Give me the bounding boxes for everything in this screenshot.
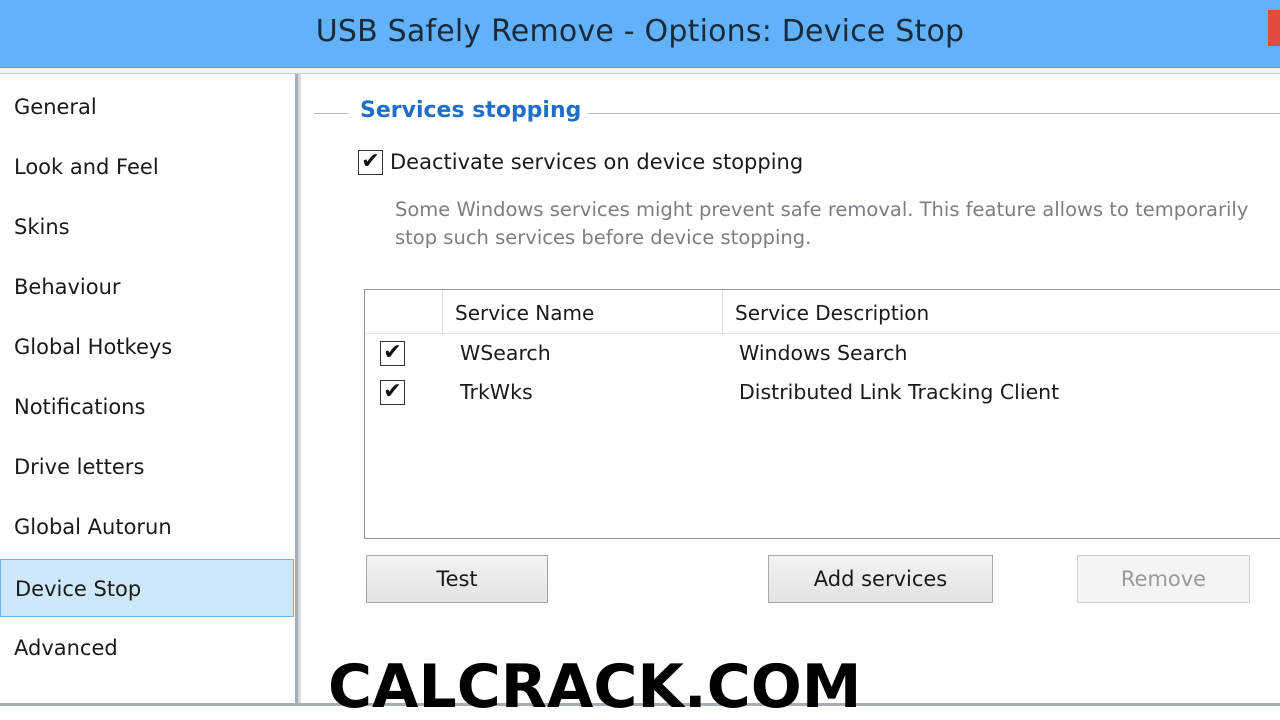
group-box-line <box>588 113 1280 114</box>
close-icon[interactable] <box>1268 10 1280 46</box>
row-checkbox[interactable]: ✔ <box>380 380 405 405</box>
window-title: USB Safely Remove - Options: Device Stop <box>315 14 965 49</box>
options-sidebar: General Look and Feel Skins Behaviour Gl… <box>0 74 298 706</box>
services-list[interactable]: Service Name Service Description ✔ WSear… <box>364 289 1280 539</box>
service-description-cell: Windows Search <box>739 341 908 365</box>
remove-button[interactable]: Remove <box>1077 555 1250 603</box>
services-list-header: Service Name Service Description <box>365 290 1280 334</box>
row-checkbox[interactable]: ✔ <box>380 341 405 366</box>
sidebar-item-skins[interactable]: Skins <box>0 198 294 256</box>
test-button[interactable]: Test <box>366 555 548 603</box>
sidebar-divider <box>298 74 301 706</box>
sidebar-item-device-stop[interactable]: Device Stop <box>0 559 294 617</box>
sidebar-item-global-autorun[interactable]: Global Autorun <box>0 498 294 556</box>
service-description-cell: Distributed Link Tracking Client <box>739 380 1060 404</box>
service-name-cell: TrkWks <box>460 380 533 404</box>
service-name-cell: WSearch <box>460 341 551 365</box>
sidebar-item-look-and-feel[interactable]: Look and Feel <box>0 138 294 196</box>
watermark-text: CALCRACK.COM <box>328 652 862 720</box>
services-description: Some Windows services might prevent safe… <box>395 198 1249 249</box>
sidebar-item-drive-letters[interactable]: Drive letters <box>0 438 294 496</box>
sidebar-item-notifications[interactable]: Notifications <box>0 378 294 436</box>
column-header-service-name[interactable]: Service Name <box>455 301 594 325</box>
table-row[interactable]: ✔ WSearch Windows Search <box>365 335 1280 373</box>
sidebar-item-advanced[interactable]: Advanced <box>0 619 294 677</box>
group-box-line <box>314 113 348 114</box>
add-services-button[interactable]: Add services <box>768 555 993 603</box>
table-row[interactable]: ✔ TrkWks Distributed Link Tracking Clien… <box>365 374 1280 412</box>
services-stopping-heading: Services stopping <box>360 98 582 123</box>
title-bar: USB Safely Remove - Options: Device Stop <box>0 0 1280 68</box>
column-separator[interactable] <box>722 290 723 334</box>
deactivate-services-checkbox[interactable]: ✔ <box>358 150 383 175</box>
sidebar-item-general[interactable]: General <box>0 78 294 136</box>
sidebar-item-behaviour[interactable]: Behaviour <box>0 258 294 316</box>
sidebar-item-global-hotkeys[interactable]: Global Hotkeys <box>0 318 294 376</box>
deactivate-services-label[interactable]: Deactivate services on device stopping <box>390 150 803 174</box>
column-separator[interactable] <box>442 290 443 334</box>
column-header-service-description[interactable]: Service Description <box>735 301 929 325</box>
